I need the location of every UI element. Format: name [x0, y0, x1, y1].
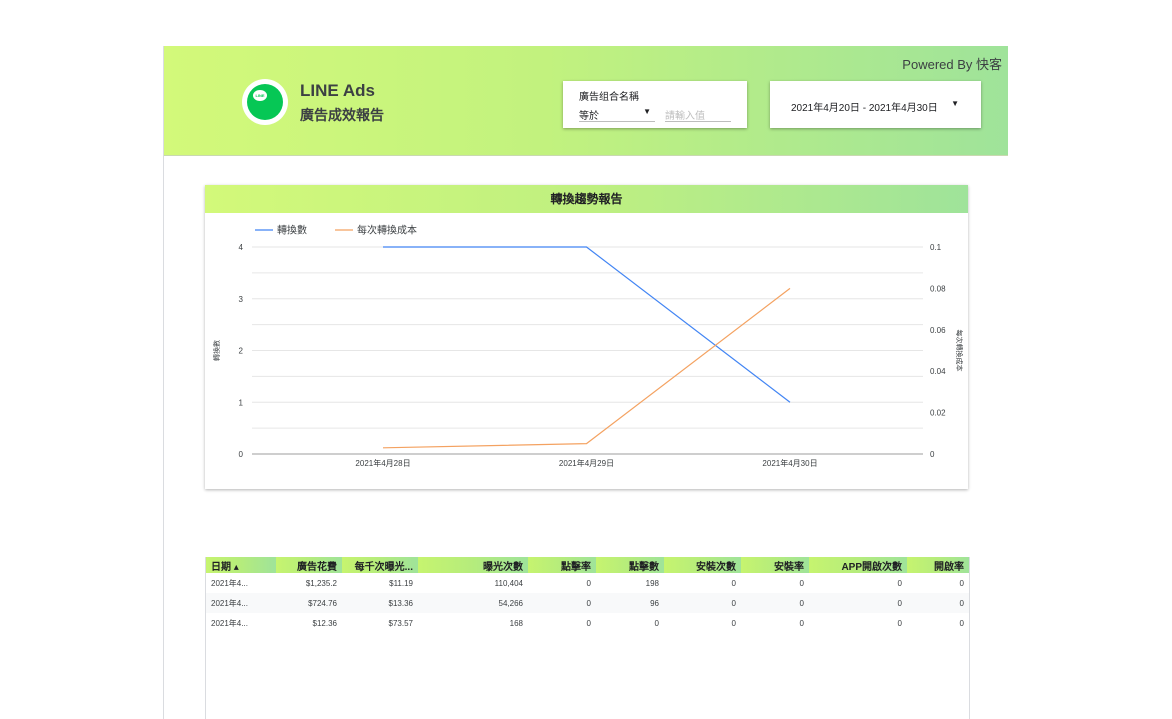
- table-cell: 0: [654, 618, 659, 628]
- table-cell: 0: [897, 618, 902, 628]
- table-cell: 96: [596, 593, 664, 613]
- table-row: 2021年4... $12.36 $73.57 168 0 0 0 0 0 0: [206, 613, 969, 633]
- table-cell: $73.57: [388, 618, 413, 628]
- column-header[interactable]: 開啟率: [907, 557, 969, 573]
- legend-label: 每次轉換成本: [357, 224, 417, 237]
- table-cell: 0: [528, 593, 596, 613]
- table-row: 2021年4... $724.76 $13.36 54,266 0 96 0 0 0 0: [206, 593, 969, 613]
- column-header[interactable]: 每千次曝光...: [342, 557, 418, 573]
- table-cell: 0: [586, 618, 591, 628]
- x-tick-label: 2021年4月30日: [762, 458, 817, 468]
- filter-label: 廣告组合名稱: [579, 92, 639, 103]
- column-header[interactable]: 點擊數: [596, 557, 664, 573]
- table-cell: $11.19: [389, 578, 413, 588]
- y2-tick-label: 0.06: [930, 326, 946, 335]
- y-tick-label: 0: [239, 450, 244, 459]
- chart-title: 轉換趨勢報告: [205, 185, 968, 213]
- brand-subtitle: 廣告成效報告: [300, 107, 384, 123]
- y2-tick-label: 0.1: [930, 243, 942, 252]
- table-cell: $13.36: [342, 593, 418, 613]
- powered-by-text: Powered By 快客: [902, 57, 1002, 72]
- table-cell: 2021年4...: [206, 593, 276, 613]
- table-cell: 198: [645, 578, 659, 588]
- column-header-date-sort[interactable]: 日期 ▴: [206, 557, 276, 573]
- table-cell: 110,404: [494, 578, 523, 588]
- x-tick-label: 2021年4月28日: [355, 458, 410, 468]
- table-cell: 2021年4...: [211, 618, 248, 628]
- series-line-2: [382, 287, 791, 449]
- chevron-down-icon: ▼: [951, 99, 959, 108]
- filter-operator-value: 等於: [579, 111, 599, 122]
- brand-title: LINE Ads: [300, 81, 375, 100]
- metrics-table: 日期 ▴ 廣告花費 每千次曝光... 曝光次數 點擊率 點擊數 安裝次數 安裝率 APP開啟次數…: [205, 557, 970, 719]
- ad-group-filter: 廣告组合名稱 等於 ▼ 請輸入值: [563, 81, 747, 128]
- y-tick-label: 1: [239, 398, 244, 407]
- y-tick-label: 4: [239, 243, 244, 252]
- column-header[interactable]: 安裝率: [741, 557, 809, 573]
- column-header[interactable]: APP開啟次數: [809, 557, 907, 573]
- column-header[interactable]: 廣告花費: [276, 557, 342, 573]
- table-cell: 2021年4...: [211, 578, 248, 588]
- report-header: Powered By 快客 LINE LINE Ads 廣告成效報告 廣告组合名…: [164, 46, 1008, 156]
- table-row: 2021年4... $1,235.2 $11.19 110,404 0 198 0 0 0 0: [206, 573, 969, 593]
- report-page: Powered By 快客 LINE LINE Ads 廣告成效報告 廣告组合名…: [163, 46, 1008, 719]
- y2-tick-label: 0.04: [930, 367, 946, 376]
- y2-tick-label: 0: [930, 450, 935, 459]
- table-cell: 54,266: [418, 593, 528, 613]
- y-tick-label: 3: [239, 295, 244, 304]
- table-cell: $724.76: [276, 593, 342, 613]
- line-logo-icon: LINE: [242, 79, 288, 125]
- chevron-down-icon: ▼: [643, 107, 651, 116]
- table-cell: 0: [731, 578, 736, 588]
- table-header-row: 日期 ▴ 廣告花費 每千次曝光... 曝光次數 點擊率 點擊數 安裝次數 安裝率 APP開啟次數…: [206, 557, 969, 573]
- filter-operator-select[interactable]: 等於 ▼: [579, 107, 655, 122]
- y-axis-title: 轉換數: [212, 340, 221, 361]
- table-cell: 0: [959, 618, 964, 628]
- conversion-trend-chart: 轉換趨勢報告 0 1 2 3 4 0 0.02 0.04 0.06 0.08 0.1 2021年4月2…: [205, 185, 968, 489]
- table-cell: 0: [799, 578, 804, 588]
- date-range-picker[interactable]: 2021年4月20日 - 2021年4月30日 ▼: [770, 81, 981, 128]
- filter-value-input[interactable]: 請輸入值: [665, 107, 731, 122]
- table-cell: 0: [731, 618, 736, 628]
- table-cell: 0: [799, 618, 804, 628]
- table-cell: $12.36: [312, 618, 337, 628]
- table-cell: 0: [959, 578, 964, 588]
- table-cell: 168: [509, 618, 523, 628]
- y2-tick-label: 0.08: [930, 284, 946, 293]
- table-body: 2021年4... $1,235.2 $11.19 110,404 0 198 0 0 0 0 20…: [206, 573, 969, 633]
- table-cell: 0: [586, 578, 591, 588]
- x-tick-label: 2021年4月29日: [559, 458, 614, 468]
- column-header[interactable]: 點擊率: [528, 557, 596, 573]
- date-range-text: 2021年4月20日 - 2021年4月30日: [791, 103, 938, 114]
- y2-tick-label: 0.02: [930, 409, 946, 418]
- column-header[interactable]: 曝光次數: [418, 557, 528, 573]
- table-cell: 0: [809, 593, 907, 613]
- y-tick-label: 2: [239, 347, 244, 356]
- table-cell: $1,235.2: [305, 578, 337, 588]
- chart-plot: 0 1 2 3 4 0 0.02 0.04 0.06 0.08 0.1 2021年4月28日 2021年…: [212, 224, 964, 469]
- column-header[interactable]: 安裝次數: [664, 557, 741, 573]
- line-logo-text: LINE: [253, 90, 267, 101]
- y2-axis-title: 每次轉換成本: [955, 330, 964, 372]
- table-cell: 0: [907, 593, 969, 613]
- table-cell: 0: [741, 593, 809, 613]
- legend-label: 轉換數: [277, 224, 307, 237]
- table-cell: 0: [897, 578, 902, 588]
- table-cell: 0: [664, 593, 741, 613]
